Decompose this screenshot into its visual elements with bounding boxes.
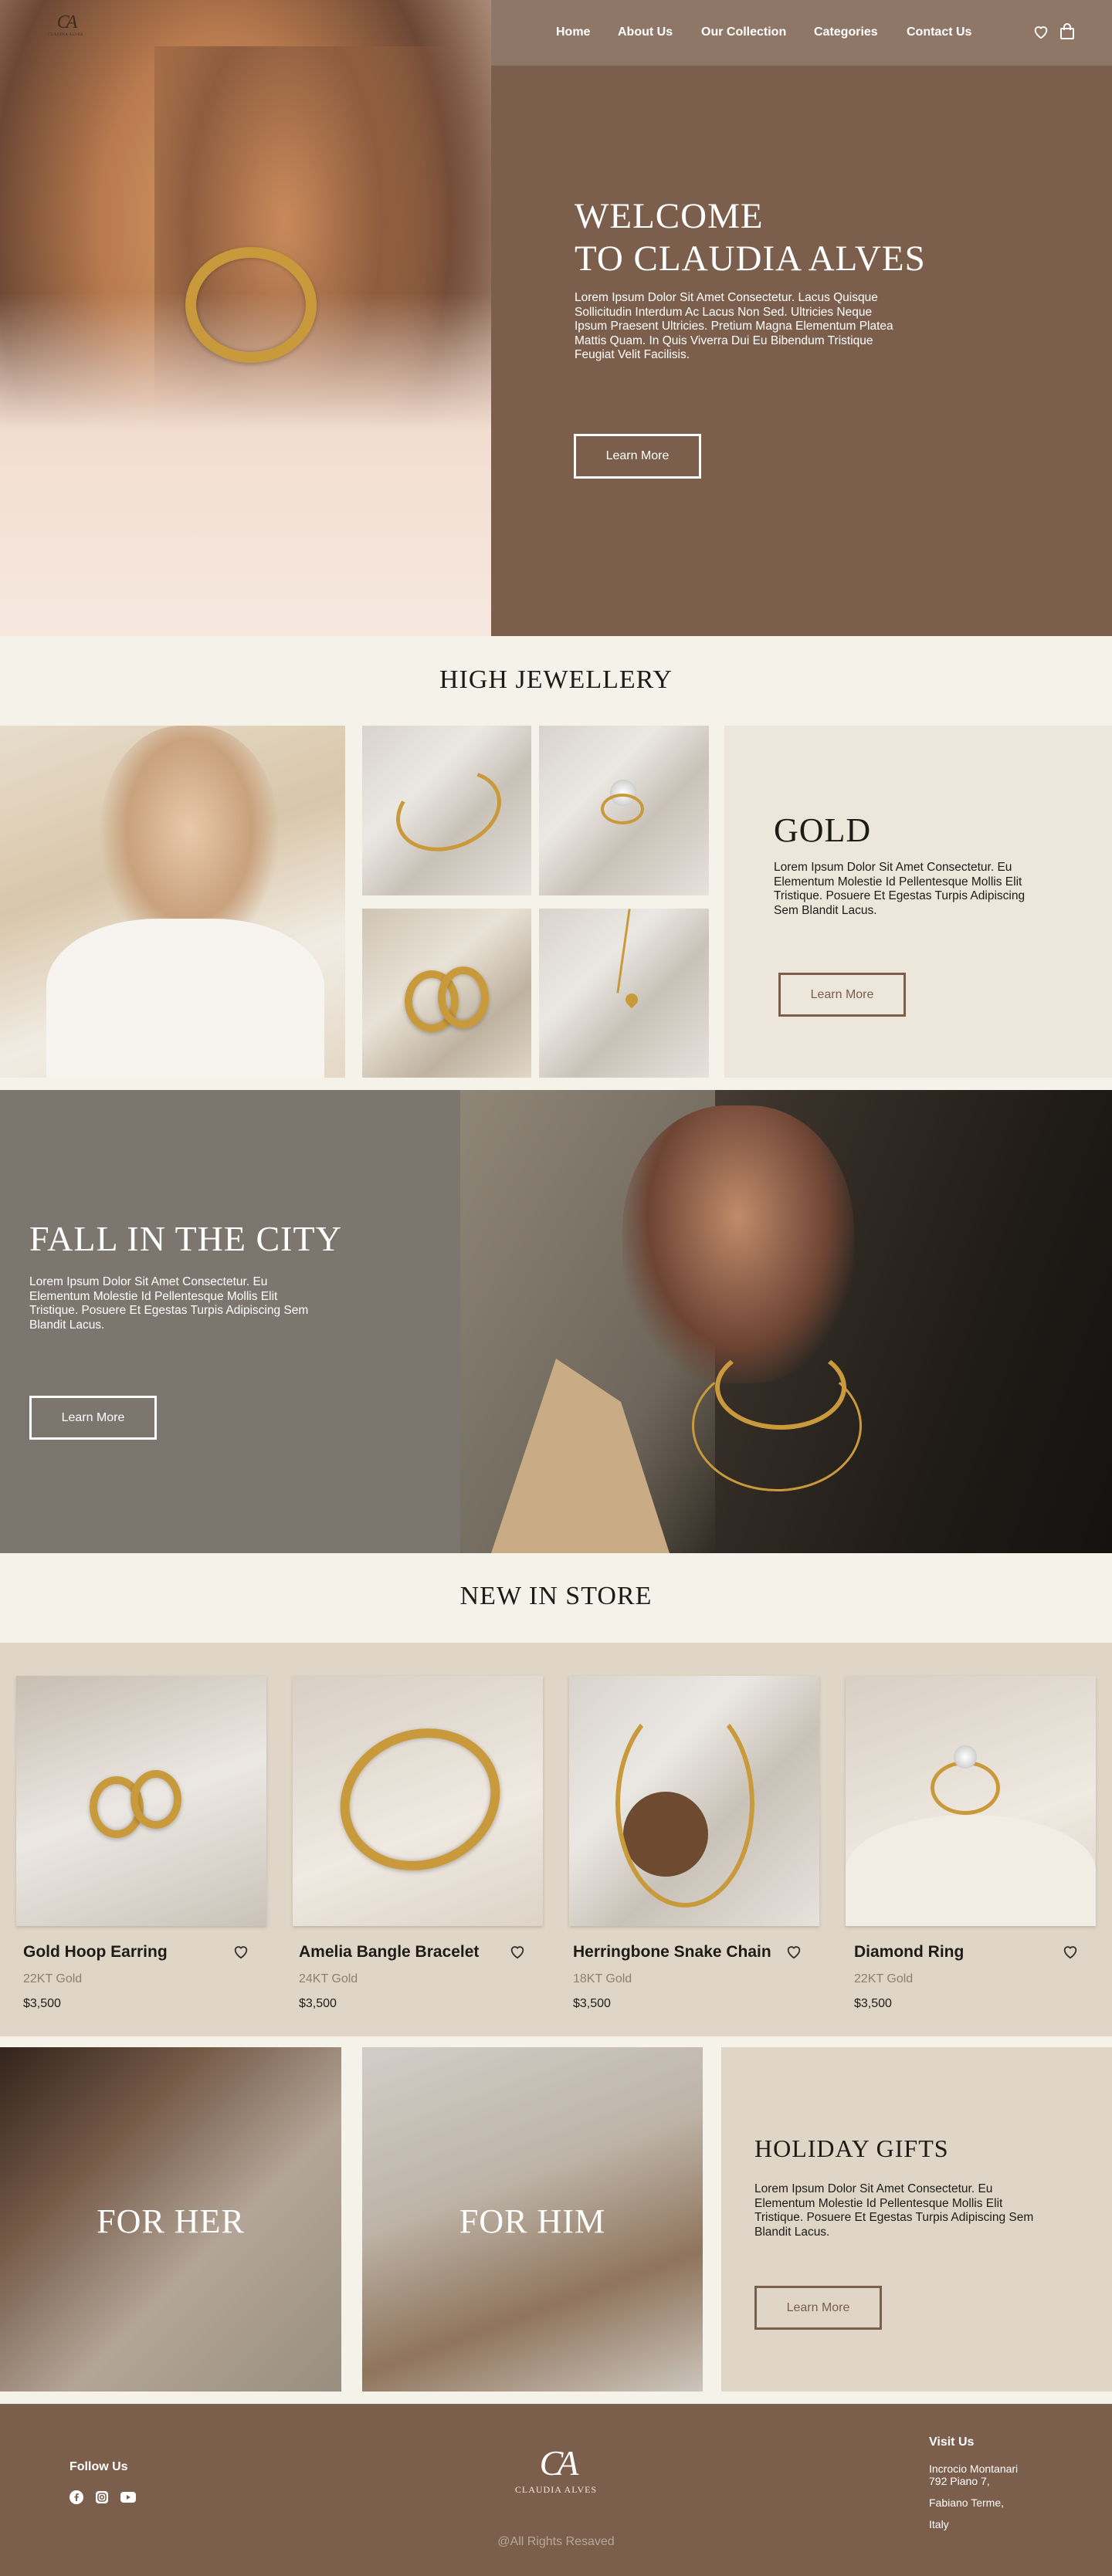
diamond-ring-image [539,726,709,895]
nav-our-collection[interactable]: Our Collection [701,25,786,39]
product-image[interactable] [569,1676,819,1926]
hero-body: Lorem Ipsum Dolor Sit Amet Consectetur. … [575,291,893,361]
product-material: 24KT Gold [299,1972,358,1985]
for-him-image[interactable]: FOR HIM [362,2047,703,2392]
product-card[interactable]: Diamond Ring 22KT Gold $3,500 [846,1676,1096,2011]
holiday-gifts-learn-more-button[interactable]: Learn More [754,2286,882,2330]
product-image[interactable] [846,1676,1096,1926]
product-material: 22KT Gold [23,1972,83,1985]
hero-title-line2: TO CLAUDIA ALVES [575,239,926,279]
top-nav: Home About Us Our Collection Categories … [491,0,1112,66]
product-price: $3,500 [299,1997,337,2010]
hero-title: WELCOME TO CLAUDIA ALVES [575,195,926,280]
for-her-label[interactable]: FOR HER [0,2202,341,2241]
product-name[interactable]: Amelia Bangle Bracelet [293,1943,543,1962]
footer-address: Incrocio Montanari 792 Piano 7, Fabiano … [929,2463,1018,2530]
bangle-image [362,726,531,895]
footer-monogram: CA [539,2443,579,2483]
gold-body: Lorem Ipsum Dolor Sit Amet Consectetur. … [774,861,1026,917]
nav-about-us[interactable]: About Us [618,25,673,39]
product-image[interactable] [293,1676,543,1926]
favorite-heart-icon[interactable] [785,1943,802,1960]
footer-copyright: @All Rights Resaved [497,2535,615,2548]
holiday-gifts-body: Lorem Ipsum Dolor Sit Amet Consectetur. … [754,2182,1034,2239]
brand-monogram: CA [56,12,78,32]
fall-model-image [460,1090,1112,1553]
fall-title: FALL IN THE CITY [29,1219,342,1258]
favorite-heart-icon[interactable] [509,1943,526,1960]
pendant-necklace-image [539,909,709,1078]
high-jewellery-title: HIGH JEWELLERY [439,665,673,694]
facebook-icon[interactable] [70,2490,83,2504]
address-line: Italy [929,2518,949,2530]
product-material: 18KT Gold [573,1972,632,1985]
brand-logo[interactable]: CA CLAUDIA ALVES [48,12,83,48]
product-price: $3,500 [23,1997,61,2010]
nav-categories[interactable]: Categories [814,25,878,39]
shopping-bag-icon[interactable] [1059,23,1075,40]
new-in-store-title: NEW IN STORE [459,1582,653,1610]
footer-follow-title: Follow Us [70,2460,128,2473]
instagram-icon[interactable] [95,2490,109,2504]
product-price: $3,500 [573,1997,611,2010]
product-price: $3,500 [854,1997,892,2010]
holiday-gifts-title: HOLIDAY GIFTS [754,2134,949,2162]
product-card[interactable]: Herringbone Snake Chain 18KT Gold $3,500 [569,1676,819,2011]
footer-visit-title: Visit Us [929,2436,975,2449]
social-links [70,2490,139,2504]
gold-title: GOLD [774,811,872,849]
product-name[interactable]: Gold Hoop Earring [16,1943,266,1962]
product-card[interactable]: Gold Hoop Earring 22KT Gold $3,500 [16,1676,266,2011]
footer-wordmark: CLAUDIA ALVES [514,2484,598,2495]
product-name[interactable]: Diamond Ring [846,1943,1096,1962]
nav-home[interactable]: Home [556,25,590,39]
footer-logo[interactable]: CA CLAUDIA ALVES [479,2446,633,2496]
product-name[interactable]: Herringbone Snake Chain [569,1943,819,1962]
for-him-label[interactable]: FOR HIM [362,2202,703,2241]
address-line: Incrocio Montanari [929,2463,1019,2475]
address-line: Fabiano Terme, [929,2496,1005,2509]
address-line: 792 Piano 7, [929,2475,990,2487]
hoop-earrings-image [362,909,531,1078]
gold-learn-more-button[interactable]: Learn More [778,973,906,1017]
product-card[interactable]: Amelia Bangle Bracelet 24KT Gold $3,500 [293,1676,543,2011]
brand-wordmark: CLAUDIA ALVES [48,33,83,37]
fall-body: Lorem Ipsum Dolor Sit Amet Consectetur. … [29,1275,309,1332]
heart-icon[interactable] [1032,23,1049,40]
product-material: 22KT Gold [854,1972,914,1985]
hero-title-line1: WELCOME [575,196,764,236]
nav-contact-us[interactable]: Contact Us [907,25,971,39]
favorite-heart-icon[interactable] [232,1943,249,1960]
hero-image [0,0,491,636]
favorite-heart-icon[interactable] [1062,1943,1079,1960]
for-her-image[interactable]: FOR HER [0,2047,341,2392]
youtube-icon[interactable] [120,2492,136,2503]
product-image[interactable] [16,1676,266,1926]
fall-learn-more-button[interactable]: Learn More [29,1396,157,1440]
model-portrait-image [0,726,345,1078]
hero-learn-more-button[interactable]: Learn More [574,434,701,479]
